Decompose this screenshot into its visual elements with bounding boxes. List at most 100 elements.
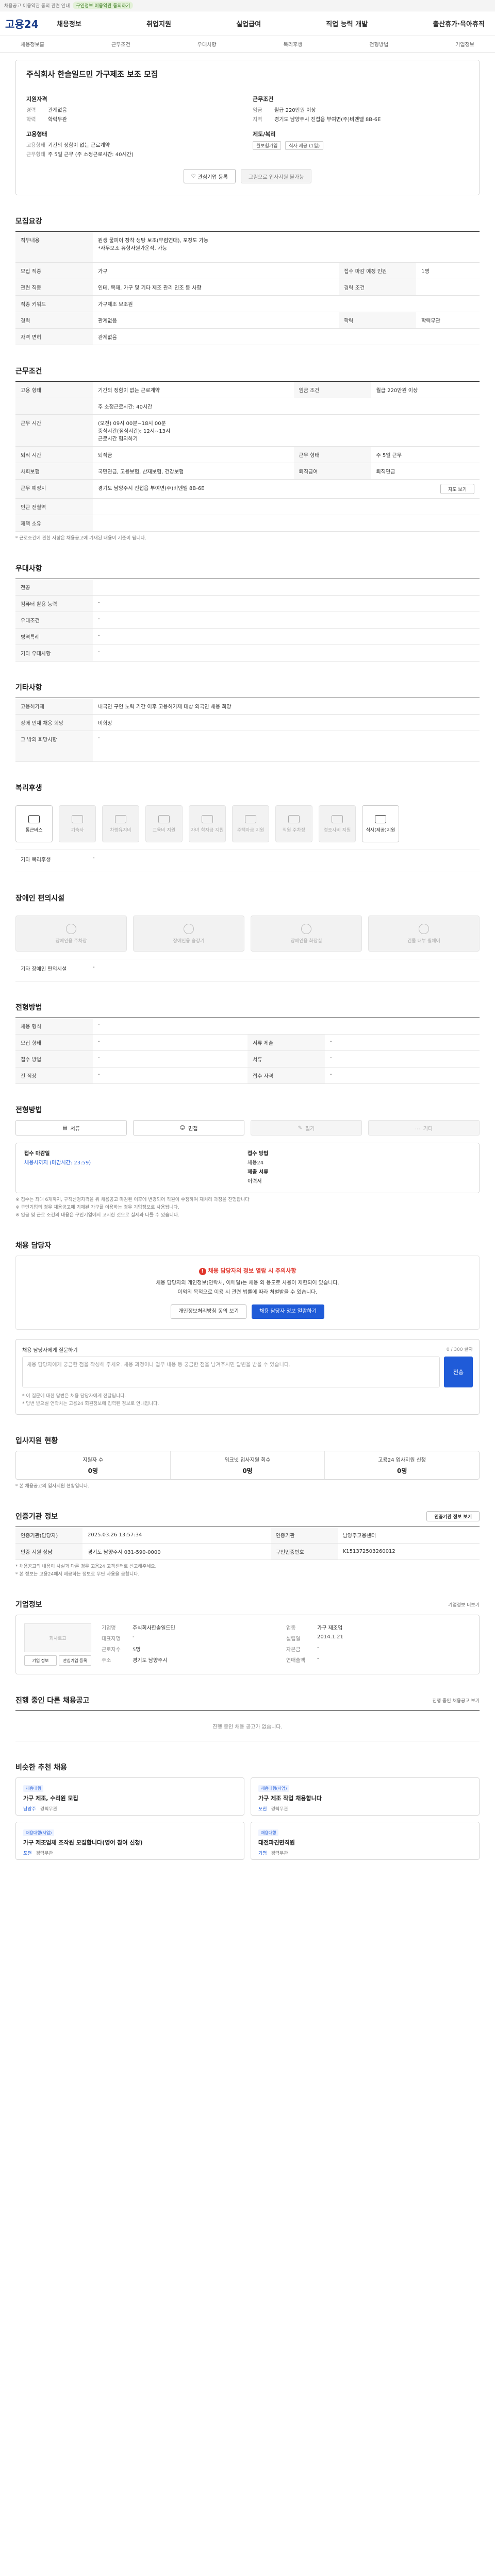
stats-note: * 본 채용공고의 입사지원 현황입니다. [15,1484,90,1489]
stat-value: 0명 [242,1467,253,1475]
elevator-icon [184,923,194,934]
corp-info-button[interactable]: 기업 정보 [24,1655,57,1666]
table-key: 기타 우대사항 [15,645,93,662]
deadline-label: 접수 마감일 [24,1151,50,1157]
apply-button[interactable]: 그림으로 입사지원 불가능 [240,169,312,183]
section-nav-item[interactable]: 채용정보홈 [21,40,44,48]
table-value: 기간의 정함이 없는 근로계약 [93,381,294,398]
similar-job-card[interactable]: 채용대행(사업) 가구 제조업체 조작원 모집합니다(영어 참여 신청) 포천 경… [15,1822,244,1860]
table-key: 접수 방법 [15,1050,93,1067]
note-line: ※ 구인기업의 경우 채용공고에 기재된 가구를 이용하는 경우 기업정보로 사… [15,1205,179,1210]
cert-section-title: 인증기관 정보 인증기관 정보 보기 [15,1511,480,1521]
job-tag: 채용대행(사업) [23,1829,55,1836]
table-key: 컴퓨터 활용 능력 [15,595,93,612]
corp-info-grid: 기업명 주식회사한솔일드민 업종 가구 제조업 대표자명 - 설립일 2014.1.21 근… [102,1623,471,1666]
note-line: * 이 질문에 대한 답변은 채용 담당자에게 전달됩니다. [22,1394,126,1399]
kv-key: 지역 [253,117,262,123]
similar-job-card[interactable]: 채용대행(사업) 가구 제조 작업 채용합니다 포천 경력무관 [251,1777,480,1816]
corp-more-link[interactable]: 기업정보 더보기 [448,1601,480,1608]
etc-title: 기타사항 [15,684,42,692]
table-key: 퇴직급여 [293,463,371,480]
section-nav-item[interactable]: 근무조건 [111,40,130,48]
table-value: 국민연금, 고용보험, 산재보험, 건강보험 [93,463,294,480]
qualification-heading: 지원자격 [26,96,47,103]
welfare-label: 직원 주차장 [282,827,306,833]
gnb-item[interactable]: 직업 능력 개발 [321,19,373,28]
welfare-other-value: - [93,855,95,861]
job-card-career: 경력무관 [40,1807,57,1812]
site-logo[interactable]: 고용24 [5,16,52,31]
section-nav-item[interactable]: 전형방법 [369,40,388,48]
corp-key: 업종 [286,1625,296,1631]
method-step-written: ✎ 필기 [251,1120,362,1136]
map-button[interactable]: 지도 보기 [440,484,474,494]
inquiry-char-count: 0 / 300 글자 [446,1347,473,1352]
view-manager-button[interactable]: 채용 담당자 정보 열람하기 [252,1304,324,1319]
table-key: 접수 자격 [248,1067,325,1084]
disability-other-label: 기타 장애인 편의시설 [21,967,67,972]
privacy-policy-button[interactable]: 개인정보처리방침 동의 보기 [171,1304,246,1319]
pencil-icon: ✎ [298,1125,302,1131]
table-value: 주 소정근로시간: 40시간 [93,398,480,415]
corp-interest-button[interactable]: 관심기업 등록 [59,1655,91,1666]
conditions-heading: 근무조건 [253,96,274,103]
recruit-table: 직무내용 원생 물피이 장착 생탕 보조(무렴연대), 포장도 가능 *사무보조… [15,231,480,345]
table-key: 근무 예정지 [15,479,93,499]
table-key: 인증기관 [270,1527,338,1544]
kv-value: 기간의 정함이 없는 근로계약 [48,143,110,148]
welfare-label: 식사(제공)지원 [366,827,395,833]
disability-item-restroom: 장애인용 화장실 [251,916,362,952]
apply-stats-box: 지원자 수 0명 워크넷 입사지원 회수 0명 고용24 입사지원 신청 0명 [15,1451,480,1480]
inquiry-textarea[interactable]: 채용 담당자에게 궁금한 점을 작성해 주세요. 채용 과정이나 업무 내용 등… [22,1357,440,1387]
warning-line: 채용 담당자의 개인정보(연락처, 이메일)는 채용 외 용도로 사용이 제한되… [156,1280,339,1286]
method-step-document: ▤ 서류 [15,1120,127,1136]
selection-table: 채용 형식 - 모집 형태 - 서류 제출 - 접수 방법 - 서류 - 전 직장 - 접수 자격… [15,1018,480,1084]
gnb-item[interactable]: 출산휴가·육아휴직 [427,19,490,28]
disability-label: 건물 내부 휠체어 [407,938,440,944]
gnb-item[interactable]: 채용정보 [52,19,87,28]
kv-key: 임금 [253,108,262,113]
work-note: * 근로조건에 관한 사항은 채용공고에 기재된 내용이 기준이 됩니다. [15,536,146,541]
disability-label: 장애인용 화장실 [290,938,322,944]
documents-value: 이력서 [248,1179,262,1184]
section-nav-item[interactable]: 기업정보 [455,40,474,48]
corp-key: 자본금 [286,1647,301,1653]
kv-value: 주 5일 근무 (주 소정근로시간: 40시간) [48,152,134,158]
job-tag: 채용대행 [258,1829,279,1836]
table-value: 관계없음 [93,312,339,329]
table-key: 병역특례 [15,628,93,645]
table-value [416,279,480,296]
method-label: 필기 [305,1126,315,1132]
ongoing-section-title: 진행 중인 다른 채용공고 진행 중인 채용공고 보기 [15,1695,480,1705]
cert-info-button[interactable]: 인증기관 정보 보기 [426,1511,480,1521]
ongoing-more-link[interactable]: 진행 중인 채용공고 보기 [433,1697,480,1704]
pref-title: 우대사항 [15,565,42,573]
table-key: 근무 시간 [15,414,93,447]
manager-warning-box: ! 채용 담당자의 정보 열람 시 주의사항 채용 담당자의 개인정보(연락처, … [15,1256,480,1330]
gnb-item[interactable]: 실업급여 [231,19,266,28]
gnb-item[interactable]: 취업지원 [141,19,176,28]
welfare-item-parking: 직원 주차장 [275,805,312,842]
company-logo: 회사로고 [24,1623,91,1652]
similar-job-grid: 채용대행 가구 제조, 수리원 모집 남양주 경력무관 채용대행(사업) 가구 제… [15,1777,480,1860]
section-nav-item[interactable]: 복리후생 [284,40,303,48]
top-notice-pill[interactable]: 구인정보 이용약관 동의하기 [73,2,134,9]
welfare-section-title: 복리후생 [15,783,480,793]
stats-title: 입사지원 현황 [15,1437,58,1445]
table-key: 장애 인재 채용 희망 [15,714,93,731]
table-value: - [325,1050,480,1067]
table-value: K151372503260012 [337,1543,480,1560]
table-key: 자격 면허 [15,328,93,345]
table-value: 월급 220만원 이상 [371,381,480,398]
similar-job-card[interactable]: 채용대행 가구 제조, 수리원 모집 남양주 경력무관 [15,1777,244,1816]
stat-label: 워크넷 입사지원 회수 [224,1458,271,1463]
corp-key: 대표자명 [102,1636,121,1642]
section-nav-item[interactable]: 우대사항 [197,40,217,48]
inquiry-send-button[interactable]: 전송 [444,1357,473,1387]
corp-section-title: 기업정보 기업정보 더보기 [15,1599,480,1609]
job-card-career: 경력무관 [36,1851,53,1856]
interest-company-button[interactable]: ♡ 관심기업 등록 [183,169,236,183]
job-card-title: 가구 제조업체 조작원 모집합니다(영어 참여 신청) [23,1839,143,1846]
similar-job-card[interactable]: 채용대행 대전파견면직원 가평 경력무관 [251,1822,480,1860]
table-key: 관련 직종 [15,279,93,296]
